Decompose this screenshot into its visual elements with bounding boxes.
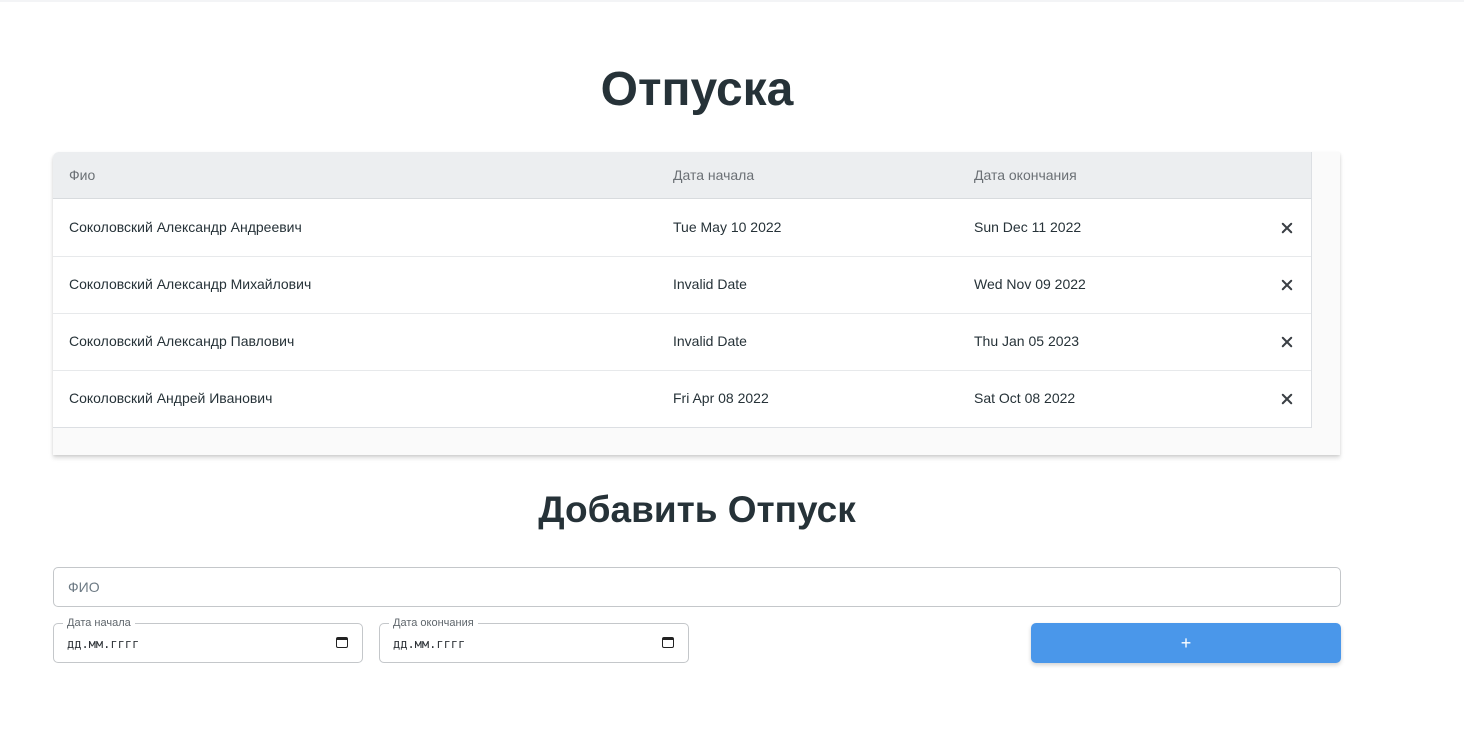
- start-date-field[interactable]: Дата начала дд.мм.гггг: [53, 616, 363, 663]
- cell-name: Соколовский Александр Андреевич: [69, 219, 302, 235]
- top-divider: [0, 0, 1464, 2]
- close-icon[interactable]: [1279, 277, 1295, 293]
- close-icon[interactable]: [1279, 220, 1295, 236]
- cell-name: Соколовский Андрей Иванович: [69, 390, 273, 406]
- start-date-value[interactable]: дд.мм.гггг: [67, 624, 139, 662]
- table-row: Соколовский Александр Андреевич Tue May …: [53, 199, 1311, 257]
- column-header-name[interactable]: Фио: [69, 152, 95, 198]
- vacations-table: Фио Дата начала Дата окончания Соколовск…: [53, 152, 1340, 455]
- cell-start-date: Invalid Date: [673, 333, 747, 349]
- calendar-icon[interactable]: [662, 637, 674, 648]
- table-body: Фио Дата начала Дата окончания Соколовск…: [53, 152, 1312, 428]
- add-vacation-title: Добавить Отпуск: [538, 489, 856, 530]
- cell-start-date: Tue May 10 2022: [673, 219, 782, 235]
- column-header-end-date[interactable]: Дата окончания: [974, 152, 1077, 198]
- cell-start-date: Fri Apr 08 2022: [673, 390, 769, 406]
- add-vacation-button[interactable]: +: [1031, 623, 1341, 663]
- close-icon[interactable]: [1279, 391, 1295, 407]
- cell-name: Соколовский Александр Михайлович: [69, 276, 312, 292]
- end-date-value[interactable]: дд.мм.гггг: [393, 624, 465, 662]
- close-icon[interactable]: [1279, 334, 1295, 350]
- column-header-start-date[interactable]: Дата начала: [673, 152, 754, 198]
- cell-end-date: Wed Nov 09 2022: [974, 276, 1086, 292]
- cell-end-date: Thu Jan 05 2023: [974, 333, 1080, 349]
- cell-end-date: Sun Dec 11 2022: [974, 219, 1082, 235]
- calendar-icon[interactable]: [336, 637, 348, 648]
- name-input[interactable]: [53, 567, 1341, 607]
- table-row: Соколовский Александр Павлович Invalid D…: [53, 313, 1311, 371]
- table-header: Фио Дата начала Дата окончания: [53, 152, 1311, 199]
- cell-start-date: Invalid Date: [673, 276, 747, 292]
- table-row: Соколовский Андрей Иванович Fri Apr 08 2…: [53, 370, 1311, 427]
- table-row: Соколовский Александр Михайлович Invalid…: [53, 256, 1311, 314]
- cell-name: Соколовский Александр Павлович: [69, 333, 295, 349]
- cell-end-date: Sat Oct 08 2022: [974, 390, 1076, 406]
- page-title: Отпуска: [600, 63, 794, 116]
- end-date-field[interactable]: Дата окончания дд.мм.гггг: [379, 616, 689, 663]
